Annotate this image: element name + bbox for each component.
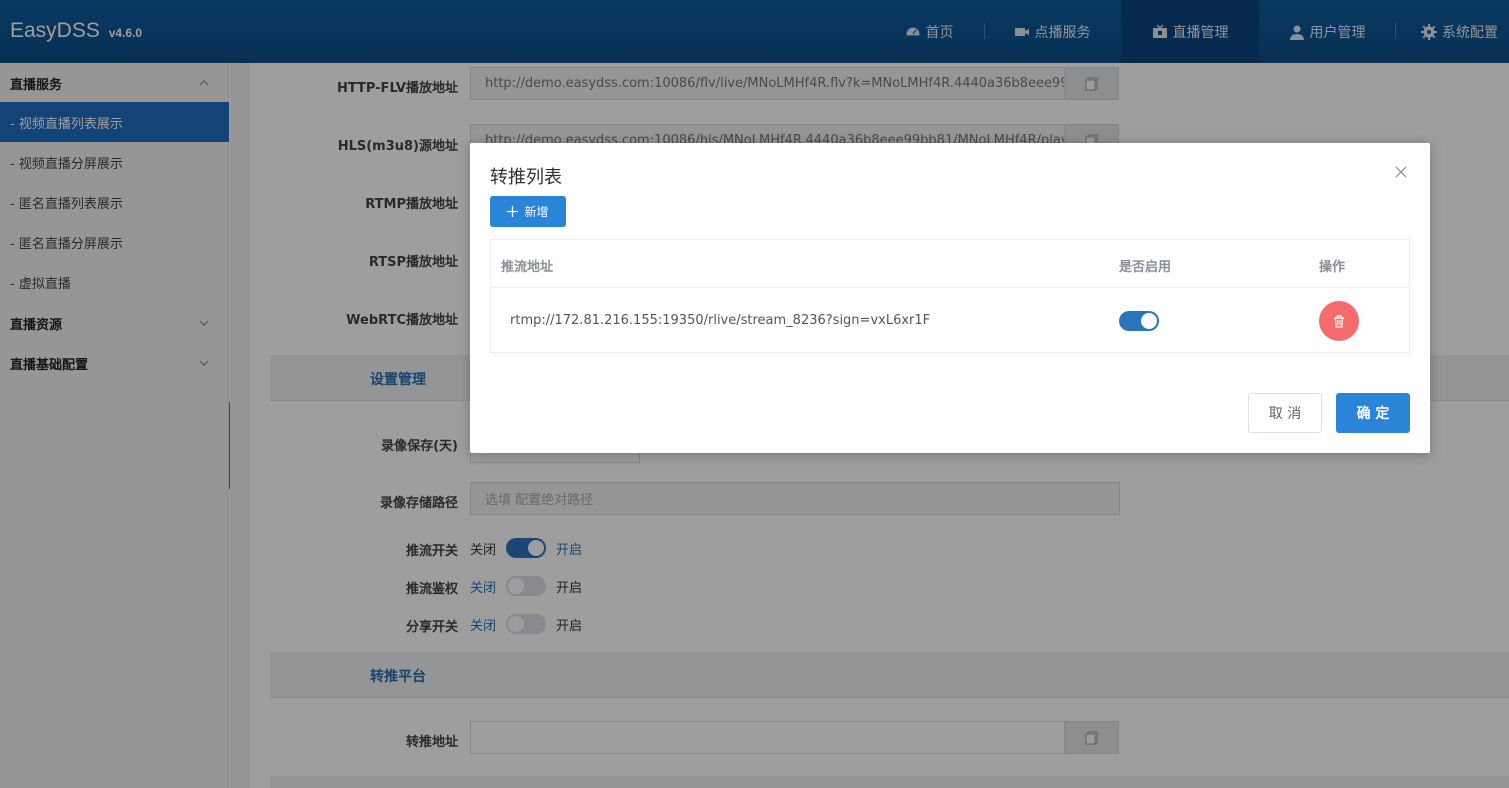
column-header-url: 推流地址 <box>501 260 554 275</box>
relay-enabled-toggle[interactable] <box>1119 311 1159 331</box>
trash-icon <box>1334 314 1344 328</box>
add-relay-label: 新增 <box>524 205 549 219</box>
dialog-title: 转推列表 <box>490 167 562 188</box>
relay-table: 推流地址 是否启用 操作 rtmp://172.81.216.155:19350… <box>490 239 1410 353</box>
column-header-actions: 操作 <box>1319 260 1346 275</box>
relay-list-dialog: 转推列表 新增 推流地址 是否启用 操作 rtmp://172.81.216.1… <box>470 143 1430 453</box>
cancel-button[interactable]: 取 消 <box>1248 393 1322 433</box>
column-header-enabled: 是否启用 <box>1119 260 1172 275</box>
close-icon[interactable] <box>1394 165 1408 179</box>
table-header: 推流地址 是否启用 操作 <box>491 240 1409 288</box>
plus-icon <box>507 206 519 217</box>
add-relay-button[interactable]: 新增 <box>490 196 566 227</box>
delete-relay-button[interactable] <box>1319 301 1359 341</box>
relay-url-cell: rtmp://172.81.216.155:19350/rlive/stream… <box>510 313 931 328</box>
confirm-button[interactable]: 确 定 <box>1336 393 1410 433</box>
